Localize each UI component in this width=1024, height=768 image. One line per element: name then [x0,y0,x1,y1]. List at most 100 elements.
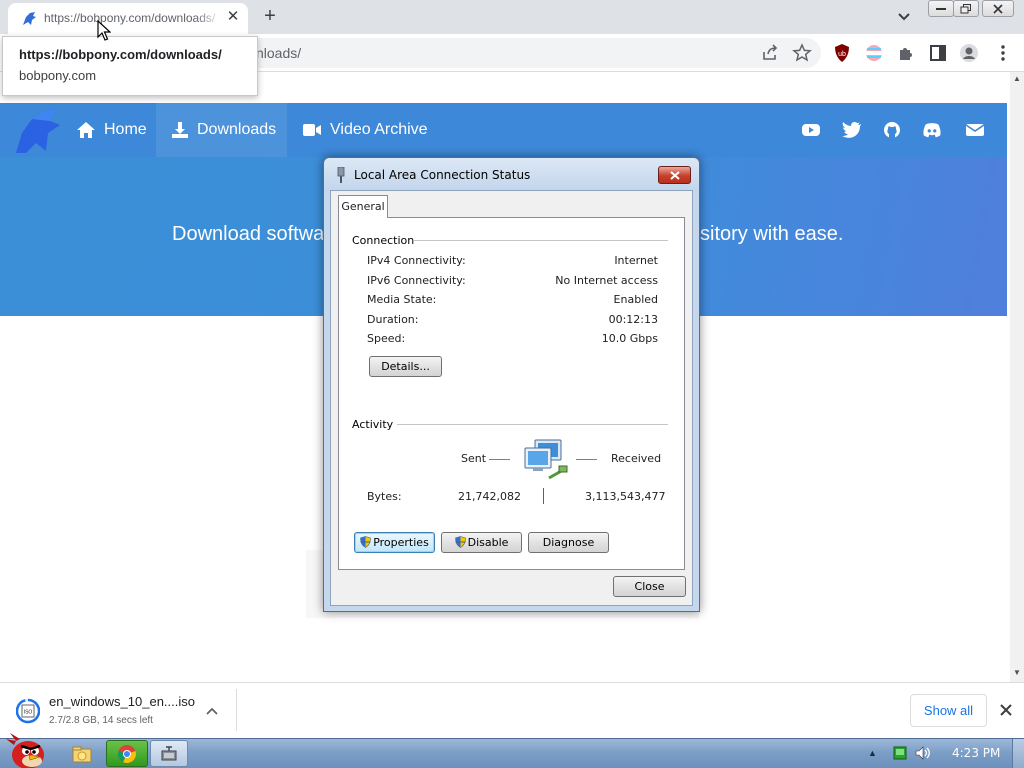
mail-icon[interactable] [965,121,985,139]
nav-home-link[interactable]: Home [76,103,147,157]
bytes-divider [543,488,544,504]
new-tab-button[interactable]: + [260,6,280,26]
chrome-icon [118,744,136,763]
discord-icon[interactable] [922,121,942,139]
sent-line [489,459,510,460]
scroll-down-arrow-icon[interactable]: ▼ [1013,668,1021,677]
extensions-puzzle-icon[interactable] [896,43,916,63]
nav-home-label: Home [104,121,147,138]
properties-button[interactable]: Properties [354,532,435,553]
download-divider [236,689,237,731]
minimize-button[interactable] [928,0,954,17]
tray-network-icon[interactable] [893,746,907,760]
tab-title: https://bobpony.com/downloads/ [44,11,216,25]
dialog-close-text-button[interactable]: Close [613,576,686,597]
tab-hover-card: https://bobpony.com/downloads/ bobpony.c… [2,36,258,96]
connection-group-divider [413,240,668,241]
disable-button[interactable]: Disable [441,532,522,553]
tab-close-icon[interactable]: ✕ [224,8,242,26]
svg-text:ISO: ISO [24,710,33,716]
profile-avatar-icon[interactable] [959,43,979,63]
site-navbar: Home Downloads Video Archive [0,103,1007,157]
speed-value: 10.0 Gbps [601,332,658,345]
folder-explorer-icon [72,746,92,762]
close-icon [670,171,680,180]
show-hidden-icons-icon[interactable]: ▲ [868,748,877,758]
hover-card-domain: bobpony.com [19,68,97,83]
tray-volume-icon[interactable] [914,745,932,761]
taskbar-network-status-button[interactable] [150,740,188,767]
network-tool-icon [161,745,177,760]
browser-tab[interactable]: https://bobpony.com/downloads/ ✕ [8,3,248,34]
share-icon[interactable] [760,43,780,63]
duration-value: 00:12:13 [608,313,658,326]
nav-downloads-link[interactable]: Downloads [156,103,287,157]
ipv4-label: IPv4 Connectivity: [367,254,466,267]
twitter-icon[interactable] [842,121,862,139]
youtube-icon[interactable] [801,121,821,139]
details-button[interactable]: Details... [369,356,442,377]
tab-general[interactable]: General [338,195,388,218]
received-line [576,459,597,460]
download-filename[interactable]: en_windows_10_en....iso [49,694,195,709]
general-tab-panel: Connection IPv4 Connectivity: Internet I… [338,217,685,570]
bobpony-favicon-icon [23,12,36,25]
taskbar-explorer-button[interactable] [62,740,102,767]
page-scrollbar[interactable]: ▲ ▼ [1010,72,1024,682]
minimize-icon [936,7,946,10]
tab-strip: https://bobpony.com/downloads/ ✕ + [0,0,1024,34]
taskbar-chrome-button[interactable] [106,740,148,767]
windows-taskbar: ▲ 4:23 PM [0,733,1024,768]
start-button-angry-bird-icon[interactable] [2,731,50,768]
bytes-label: Bytes: [367,490,402,503]
sent-label: Sent [461,452,487,465]
bookmark-star-icon[interactable] [792,43,812,63]
close-icon [993,3,1003,14]
nav-downloads-label: Downloads [197,121,277,138]
home-icon [77,122,95,138]
ipv6-value: No Internet access [555,274,658,287]
ublock-origin-icon[interactable]: ub [832,43,852,63]
address-bar-url: nloads/ [256,45,302,61]
hero-tagline-right: sitory with ease. [700,223,844,245]
dialog-close-button[interactable] [658,166,691,184]
show-all-downloads-button[interactable]: Show all [910,694,987,727]
dialog-body: General Connection IPv4 Connectivity: In… [330,190,693,606]
close-download-shelf-icon[interactable] [998,702,1014,718]
close-window-button[interactable] [982,0,1014,17]
nav-video-archive-link[interactable]: Video Archive [302,103,428,157]
received-label: Received [611,452,662,465]
scroll-up-arrow-icon[interactable]: ▲ [1013,74,1021,83]
show-desktop-button[interactable] [1012,739,1024,768]
side-panel-icon[interactable] [928,43,948,63]
connection-group-header: Connection [352,234,415,247]
diagnose-button[interactable]: Diagnose [528,532,609,553]
dialog-title: Local Area Connection Status [354,168,531,182]
bobpony-logo-icon[interactable] [12,107,64,157]
github-icon[interactable] [882,121,902,139]
restore-button[interactable] [953,0,979,17]
disable-button-label: Disable [467,536,509,549]
ipv6-label: IPv6 Connectivity: [367,274,466,287]
media-state-value: Enabled [613,293,658,306]
network-cable-icon [337,167,345,183]
taskbar-clock[interactable]: 4:23 PM [952,746,1000,760]
bytes-received-value: 3,113,543,477 [585,490,666,503]
activity-group-divider [397,424,668,425]
chrome-menu-icon[interactable] [993,43,1013,63]
nav-video-archive-label: Video Archive [330,121,428,138]
network-computers-icon [524,439,568,480]
tab-search-chevron-icon[interactable] [895,8,913,26]
download-shelf: ISO en_windows_10_en....iso 2.7/2.8 GB, … [0,682,1024,738]
dialog-titlebar[interactable]: Local Area Connection Status [324,158,699,190]
connection-status-dialog: Local Area Connection Status General Con… [323,157,700,612]
media-state-label: Media State: [367,293,437,306]
hero-tagline-left: Download softwa [172,223,325,245]
download-status: 2.7/2.8 GB, 14 secs left [49,715,153,726]
extension-flag-icon[interactable] [864,43,884,63]
properties-button-label: Properties [373,536,429,549]
uac-shield-icon [454,536,466,548]
chevron-up-icon[interactable] [204,703,220,719]
bytes-sent-value: 21,742,082 [458,490,521,503]
iso-file-icon[interactable]: ISO [16,698,40,724]
